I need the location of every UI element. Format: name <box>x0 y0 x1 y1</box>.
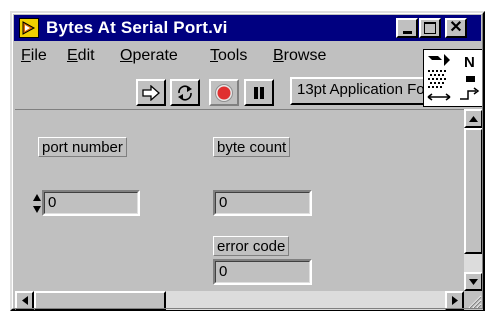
increment-decrement-arrows[interactable] <box>33 192 41 215</box>
menu-tools[interactable]: Tools <box>210 47 247 65</box>
menu-edit[interactable]: Edit <box>67 47 95 65</box>
connector-pane-icon: N <box>427 54 480 101</box>
title-bar[interactable]: Bytes At Serial Port.vi ✕ <box>14 15 481 41</box>
error-code-indicator: 0 <box>213 259 312 285</box>
menu-browse-rest: rowse <box>283 47 327 64</box>
arrow-right-icon <box>451 296 458 305</box>
horizontal-scrollbar[interactable] <box>15 291 464 310</box>
close-button[interactable]: ✕ <box>445 18 467 38</box>
run-continuously-button[interactable] <box>170 79 200 106</box>
byte-count-label: byte count <box>213 137 291 157</box>
scroll-up-button[interactable] <box>464 109 483 128</box>
scroll-left-button[interactable] <box>15 291 34 310</box>
abort-button[interactable] <box>209 79 239 106</box>
run-arrow-icon <box>142 84 160 101</box>
resize-grip-icon <box>468 295 482 309</box>
port-number-field[interactable]: 0 <box>42 190 140 216</box>
error-code-label: error code <box>213 236 290 256</box>
vertical-scrollbar[interactable] <box>464 109 483 291</box>
menu-tools-rest: ools <box>218 47 248 64</box>
menu-file[interactable]: File <box>21 47 47 65</box>
port-number-label: port number <box>38 137 127 157</box>
arrow-left-icon <box>21 296 28 305</box>
horizontal-scroll-thumb[interactable] <box>34 291 166 310</box>
arrow-up-icon <box>469 115 478 122</box>
front-panel: port number 0 byte count 0 error code 0 <box>15 109 464 290</box>
menu-operate-rest: perate <box>132 47 178 64</box>
maximize-button[interactable] <box>419 18 441 38</box>
arrow-down-icon <box>469 278 478 285</box>
run-continuously-icon <box>178 84 192 101</box>
menu-operate[interactable]: Operate <box>120 47 178 65</box>
minimize-button[interactable] <box>396 18 418 38</box>
scroll-right-button[interactable] <box>445 291 464 310</box>
vi-file-icon <box>19 18 39 38</box>
menu-file-mnemonic: F <box>21 47 31 64</box>
resize-grip[interactable] <box>464 291 483 310</box>
close-icon: ✕ <box>449 19 463 36</box>
menu-operate-mnemonic: O <box>120 47 133 64</box>
minimize-icon <box>402 30 412 34</box>
menu-browse[interactable]: Browse <box>273 47 326 65</box>
menu-bar: File Edit Operate Tools Browse <box>14 43 422 70</box>
connector-terminal-letter: N <box>464 54 475 71</box>
menu-edit-rest: dit <box>77 47 95 64</box>
abort-icon <box>215 83 233 102</box>
window-title: Bytes At Serial Port.vi <box>46 18 228 37</box>
connector-pane[interactable]: N <box>423 49 483 107</box>
menu-file-rest: ile <box>30 47 47 64</box>
menu-edit-mnemonic: E <box>67 47 78 64</box>
pause-icon <box>254 86 264 99</box>
scroll-down-button[interactable] <box>464 272 483 291</box>
vi-window: Bytes At Serial Port.vi ✕ File Edit Oper… <box>10 11 485 311</box>
maximize-icon <box>424 22 436 34</box>
run-button[interactable] <box>136 79 166 106</box>
font-ring[interactable]: 13pt Application Font <box>290 77 427 105</box>
byte-count-indicator: 0 <box>213 190 312 216</box>
vertical-scroll-thumb[interactable] <box>464 128 483 254</box>
menu-browse-mnemonic: B <box>273 47 284 64</box>
pause-button[interactable] <box>244 79 274 106</box>
menu-tools-mnemonic: T <box>210 47 218 64</box>
